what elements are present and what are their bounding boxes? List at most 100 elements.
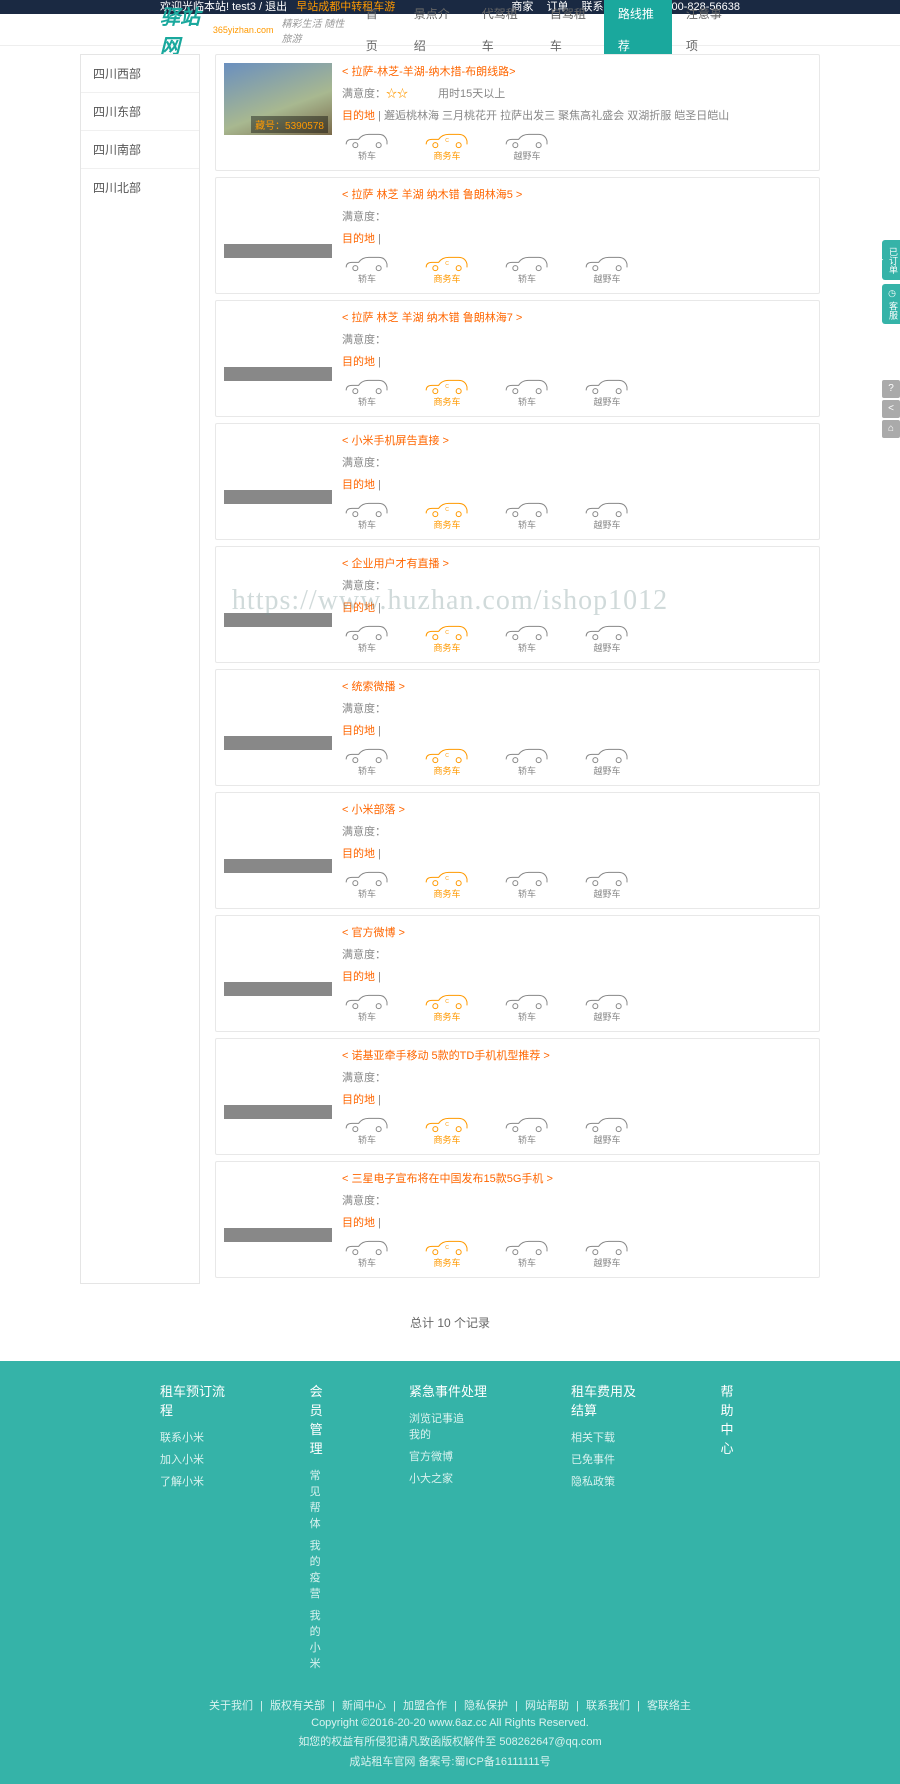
nav-item[interactable]: 代驾租车 — [468, 0, 536, 62]
footer-bottom-link[interactable]: 关于我们 — [209, 1700, 253, 1712]
float-orders[interactable]: 已订单 ▸ — [882, 240, 900, 280]
nav-item[interactable]: 景点介绍 — [400, 0, 468, 62]
footer-link[interactable]: 相关下载 — [571, 1429, 615, 1445]
car-type-bus[interactable]: C商务车 — [422, 500, 472, 531]
footer-link[interactable]: 加入小米 — [160, 1451, 204, 1467]
car-types: 轿车C商务车轿车越野车 — [342, 500, 811, 531]
car-type-suv[interactable]: 越野车 — [582, 377, 632, 408]
help-icon[interactable]: ? — [882, 380, 900, 398]
footer-bottom-link[interactable]: 版权有关部 — [270, 1700, 325, 1712]
footer-link[interactable]: 联系小米 — [160, 1429, 204, 1445]
car-type-suv[interactable]: 越野车 — [502, 131, 552, 162]
car-type-suv[interactable]: 越野车 — [582, 992, 632, 1023]
route-title[interactable]: < 统索微播 > — [342, 678, 811, 694]
share-icon[interactable]: < — [882, 400, 900, 418]
car-type-sedan[interactable]: 轿车 — [342, 377, 392, 408]
nav-item[interactable]: 首页 — [352, 0, 400, 62]
car-type-sedan2[interactable]: 轿车 — [502, 1238, 552, 1269]
car-type-sedan2[interactable]: 轿车 — [502, 746, 552, 777]
car-type-sedan2[interactable]: 轿车 — [502, 254, 552, 285]
car-type-sedan[interactable]: 轿车 — [342, 254, 392, 285]
route-card[interactable]: 热门< 小米手机屏告直接 >满意度：目的地 |轿车C商务车轿车越野车 — [215, 423, 820, 540]
nav-item[interactable]: 自驾租车 — [536, 0, 604, 62]
nav-item[interactable]: 注意事项 — [672, 0, 740, 62]
route-title[interactable]: < 拉萨 林芝 羊湖 纳木错 鲁朗林海7 > — [342, 309, 811, 325]
car-type-bus[interactable]: C商务车 — [422, 131, 472, 162]
car-type-suv[interactable]: 越野车 — [582, 1115, 632, 1146]
route-card[interactable]: 热门< 拉萨 林芝 羊湖 纳木错 鲁朗林海7 >满意度：目的地 |轿车C商务车轿… — [215, 300, 820, 417]
float-service[interactable]: ◷ 客服 — [882, 284, 900, 324]
car-type-bus[interactable]: C商务车 — [422, 1115, 472, 1146]
route-card[interactable]: 热门< 统索微播 >满意度：目的地 |轿车C商务车轿车越野车 — [215, 669, 820, 786]
route-title[interactable]: < 小米部落 > — [342, 801, 811, 817]
car-type-suv[interactable]: 越野车 — [582, 500, 632, 531]
route-card[interactable]: 热门< 诺基亚牵手移动 5款的TD手机机型推荐 >满意度：目的地 |轿车C商务车… — [215, 1038, 820, 1155]
route-title[interactable]: < 诺基亚牵手移动 5款的TD手机机型推荐 > — [342, 1047, 811, 1063]
car-type-sedan[interactable]: 轿车 — [342, 1238, 392, 1269]
route-title[interactable]: < 拉萨-林芝-羊湖-纳木措-布朗线路> — [342, 63, 811, 79]
car-type-sedan2[interactable]: 轿车 — [502, 1115, 552, 1146]
route-title[interactable]: < 小米手机屏告直接 > — [342, 432, 811, 448]
route-title[interactable]: < 拉萨 林芝 羊湖 纳木错 鲁朗林海5 > — [342, 186, 811, 202]
logo[interactable]: 驿站网 365yizhan.com 精彩生活 随性旅游 — [160, 1, 352, 59]
footer-link[interactable]: 小大之家 — [409, 1470, 453, 1486]
route-card[interactable]: 热门< 三星电子宣布将在中国发布15款5G手机 >满意度：目的地 |轿车C商务车… — [215, 1161, 820, 1278]
footer-link[interactable]: 浏览记事追我的 — [409, 1410, 473, 1442]
route-card[interactable]: 热门< 官方微博 >满意度：目的地 |轿车C商务车轿车越野车 — [215, 915, 820, 1032]
footer-bottom-link[interactable]: 隐私保护 — [464, 1700, 508, 1712]
car-type-bus[interactable]: C商务车 — [422, 992, 472, 1023]
route-card[interactable]: 藏号：5390578< 拉萨-林芝-羊湖-纳木措-布朗线路>满意度：☆☆用时15… — [215, 54, 820, 171]
footer-bottom-link[interactable]: 新闻中心 — [342, 1700, 386, 1712]
sidebar-item[interactable]: 四川西部 — [81, 55, 199, 93]
nav-item[interactable]: 路线推荐 — [604, 0, 672, 62]
footer-bottom-link[interactable]: 客联络主 — [647, 1700, 691, 1712]
car-type-suv[interactable]: 越野车 — [582, 1238, 632, 1269]
car-type-suv[interactable]: 越野车 — [582, 869, 632, 900]
car-types: 轿车C商务车轿车越野车 — [342, 869, 811, 900]
car-type-sedan2[interactable]: 轿车 — [502, 623, 552, 654]
destination-row: 目的地 | — [342, 230, 811, 246]
route-card[interactable]: 热门< 小米部落 >满意度：目的地 |轿车C商务车轿车越野车 — [215, 792, 820, 909]
top-icon[interactable]: ⌂ — [882, 420, 900, 438]
footer-bottom-link[interactable]: 加盟合作 — [403, 1700, 447, 1712]
route-card[interactable]: 热门< 拉萨 林芝 羊湖 纳木错 鲁朗林海5 >满意度：目的地 |轿车C商务车轿… — [215, 177, 820, 294]
car-type-sedan[interactable]: 轿车 — [342, 623, 392, 654]
car-type-bus[interactable]: C商务车 — [422, 746, 472, 777]
car-type-bus[interactable]: C商务车 — [422, 1238, 472, 1269]
car-type-bus[interactable]: C商务车 — [422, 254, 472, 285]
car-type-sedan[interactable]: 轿车 — [342, 131, 392, 162]
sidebar-item[interactable]: 四川北部 — [81, 169, 199, 206]
footer-link[interactable]: 隐私政策 — [571, 1473, 615, 1489]
footer-link[interactable]: 了解小米 — [160, 1473, 204, 1489]
car-type-sedan[interactable]: 轿车 — [342, 992, 392, 1023]
car-type-sedan[interactable]: 轿车 — [342, 869, 392, 900]
car-type-suv[interactable]: 越野车 — [582, 623, 632, 654]
car-type-suv[interactable]: 越野车 — [582, 746, 632, 777]
footer-link[interactable]: 常见帮体 — [310, 1467, 329, 1531]
car-type-suv[interactable]: 越野车 — [582, 254, 632, 285]
car-type-bus[interactable]: C商务车 — [422, 377, 472, 408]
route-title[interactable]: < 官方微博 > — [342, 924, 811, 940]
sidebar-item[interactable]: 四川东部 — [81, 93, 199, 131]
car-type-bus[interactable]: C商务车 — [422, 869, 472, 900]
footer-link[interactable]: 官方微博 — [409, 1448, 453, 1464]
car-type-sedan2[interactable]: 轿车 — [502, 377, 552, 408]
footer-link[interactable]: 我的疫营 — [310, 1537, 329, 1601]
route-thumb: 热门 — [224, 1047, 332, 1119]
car-type-sedan2[interactable]: 轿车 — [502, 500, 552, 531]
footer-link[interactable]: 已免事件 — [571, 1451, 615, 1467]
car-type-sedan[interactable]: 轿车 — [342, 746, 392, 777]
car-type-sedan[interactable]: 轿车 — [342, 500, 392, 531]
footer-bottom-link[interactable]: 联系我们 — [586, 1700, 630, 1712]
footer-link[interactable]: 我的小米 — [310, 1607, 329, 1671]
route-card[interactable]: 热门< 企业用户才有直播 >满意度：目的地 |轿车C商务车轿车越野车 — [215, 546, 820, 663]
logo-sub: 365yizhan.com — [213, 25, 274, 35]
car-type-sedan2[interactable]: 轿车 — [502, 992, 552, 1023]
route-title[interactable]: < 企业用户才有直播 > — [342, 555, 811, 571]
route-title[interactable]: < 三星电子宣布将在中国发布15款5G手机 > — [342, 1170, 811, 1186]
car-type-bus[interactable]: C商务车 — [422, 623, 472, 654]
sidebar-item[interactable]: 四川南部 — [81, 131, 199, 169]
car-type-sedan[interactable]: 轿车 — [342, 1115, 392, 1146]
car-type-sedan2[interactable]: 轿车 — [502, 869, 552, 900]
footer-bottom-link[interactable]: 网站帮助 — [525, 1700, 569, 1712]
